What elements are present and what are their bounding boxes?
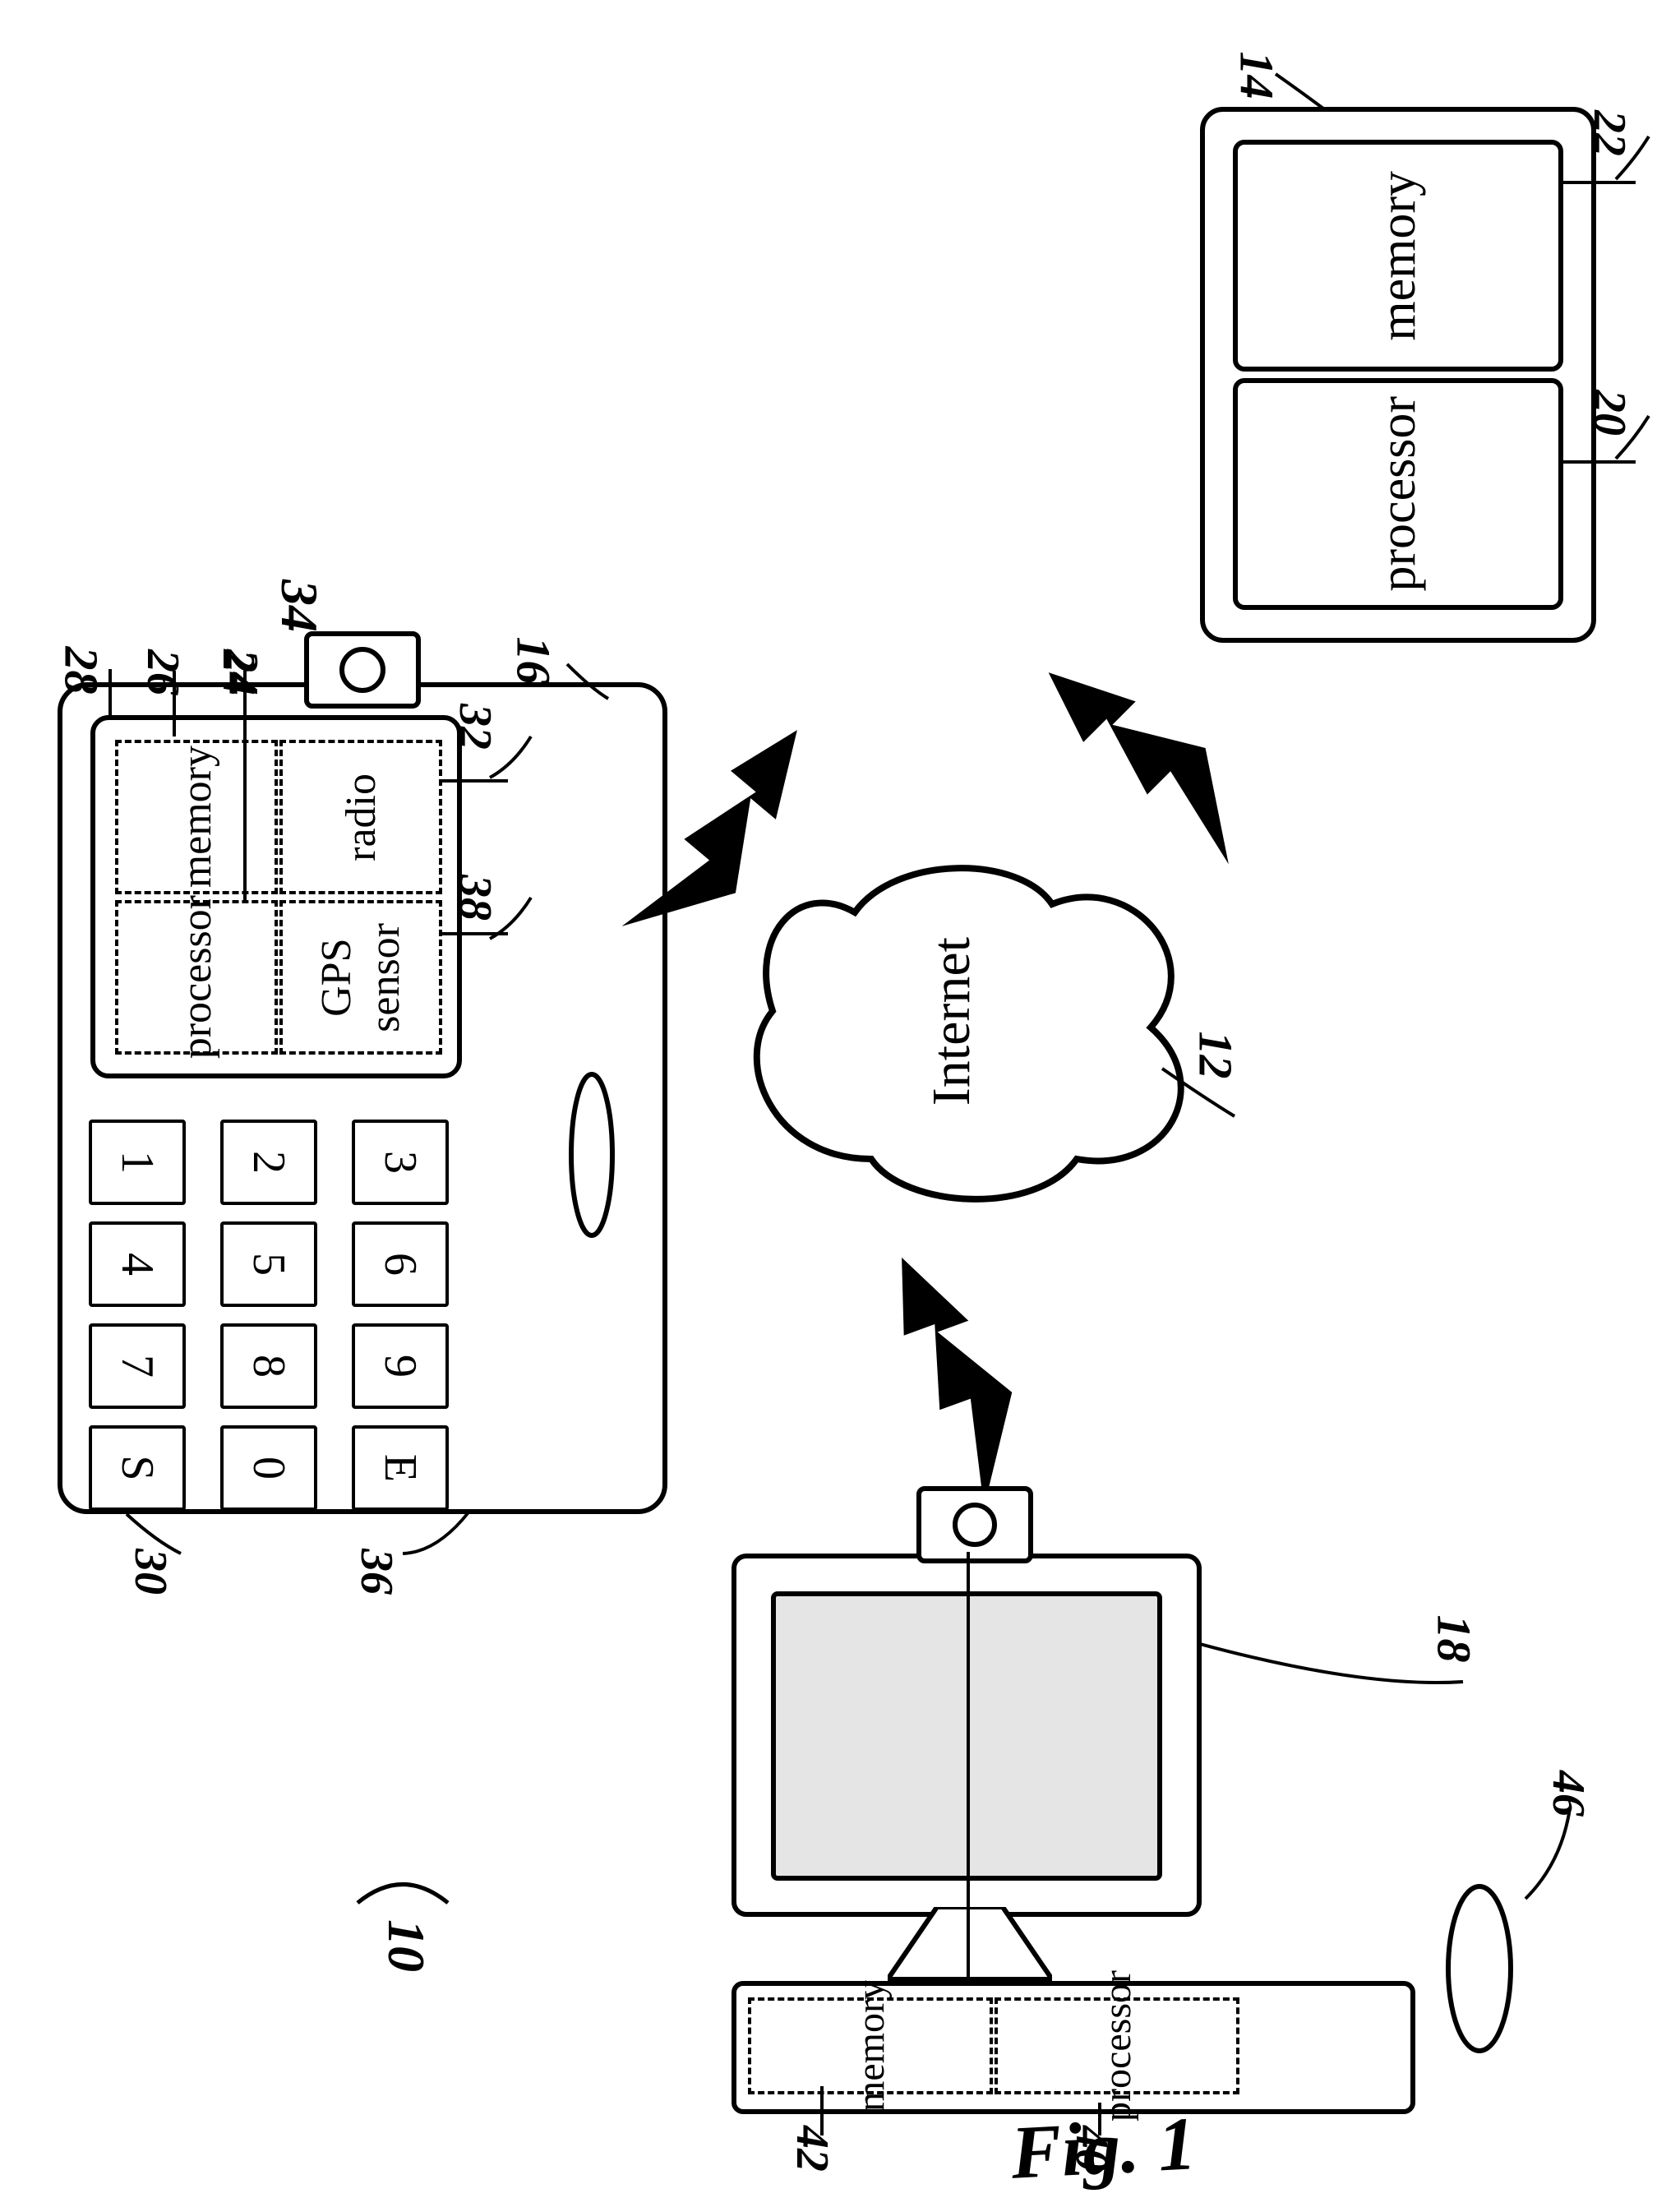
- mobile-keypad: 1 2 3 4 5 6 7 8 9 S 0 E: [95, 1114, 461, 1518]
- mobile-mic: [555, 1060, 629, 1249]
- key-0[interactable]: 0: [220, 1425, 317, 1511]
- key-5[interactable]: 5: [220, 1221, 317, 1307]
- mobile-gps: GPS sensor: [279, 900, 442, 1055]
- ref-mobile-proc: 24: [212, 649, 265, 695]
- ref-system: 10: [376, 1919, 436, 1972]
- key-4[interactable]: 4: [89, 1221, 186, 1307]
- key-6[interactable]: 6: [352, 1221, 449, 1307]
- ref-mobile: 16: [506, 637, 561, 685]
- key-9[interactable]: 9: [352, 1323, 449, 1409]
- ref-desktop-tower: 40: [1065, 2126, 1118, 2172]
- desktop-memory: memory: [748, 1997, 993, 2094]
- ref-mobile-screen: 28: [54, 647, 109, 695]
- desktop-mouse: [1430, 1866, 1529, 2071]
- bolt-desktop: [856, 1224, 1085, 1521]
- mobile-camera: [304, 631, 421, 709]
- cloud-label: Internet: [921, 937, 983, 1106]
- diagram-area: Fig. 1 10 34 28 memory radio processor G…: [0, 0, 1680, 2207]
- desktop-camera: [916, 1486, 1033, 1563]
- ref-mobile-memory: 26: [136, 649, 189, 695]
- mobile-radio: radio: [279, 740, 442, 894]
- ref-desktop-memory: 42: [786, 2126, 838, 2172]
- key-1[interactable]: 1: [89, 1120, 186, 1205]
- key-8[interactable]: 8: [220, 1323, 317, 1409]
- ref-mobile-camera: 34: [269, 579, 330, 632]
- mobile-memory: memory: [115, 740, 278, 894]
- key-S[interactable]: S: [89, 1425, 186, 1511]
- desktop-processor: processor: [995, 1997, 1239, 2094]
- key-7[interactable]: 7: [89, 1323, 186, 1409]
- server-memory: memory: [1233, 140, 1563, 372]
- mobile-processor: processor: [115, 900, 278, 1055]
- key-E[interactable]: E: [352, 1425, 449, 1511]
- server-processor: processor: [1233, 378, 1563, 610]
- key-3[interactable]: 3: [352, 1120, 449, 1205]
- key-2[interactable]: 2: [220, 1120, 317, 1205]
